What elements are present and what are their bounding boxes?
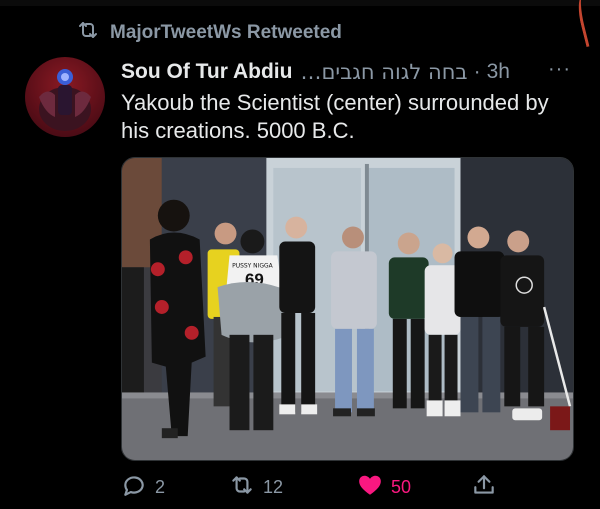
retweet-action-icon [229, 472, 255, 503]
native-name[interactable]: בחה לגוה חגבים… [300, 60, 467, 84]
timestamp[interactable]: 3h [487, 60, 510, 84]
separator-dot: · [473, 60, 481, 83]
retweet-banner[interactable]: MajorTweetWs Retweeted [76, 20, 342, 46]
retweet-icon [76, 18, 100, 48]
tweet-photo[interactable]: PUSSY NIGGA 69 [121, 157, 574, 461]
top-edge [0, 0, 600, 6]
heart-filled-icon [357, 472, 383, 503]
retweet-count: 12 [263, 476, 284, 497]
red-annotation-stroke [573, 0, 600, 48]
display-name[interactable]: Sou Of Tur Abdiu [121, 60, 292, 84]
like-count: 50 [391, 476, 412, 497]
avatar[interactable] [25, 57, 105, 137]
retweet-banner-label[interactable]: MajorTweetWs Retweeted [110, 22, 342, 44]
like-button[interactable]: 50 [357, 472, 411, 503]
more-horizontal-icon[interactable]: ··· [548, 58, 571, 81]
tweet-actions: 2 12 50 [121, 470, 581, 504]
tweet-text: Yakoub the Scientist (center) surrounded… [121, 90, 549, 143]
jacket-text-small: PUSSY NIGGA [232, 262, 274, 269]
tweet-header: Sou Of Tur Abdiu בחה לגוה חגבים… · 3h [121, 58, 581, 86]
reply-count: 2 [155, 476, 166, 497]
reply-icon [121, 472, 147, 503]
share-icon [471, 472, 497, 503]
share-button[interactable] [471, 472, 497, 503]
reply-button[interactable]: 2 [121, 472, 165, 503]
retweet-button[interactable]: 12 [229, 472, 283, 503]
